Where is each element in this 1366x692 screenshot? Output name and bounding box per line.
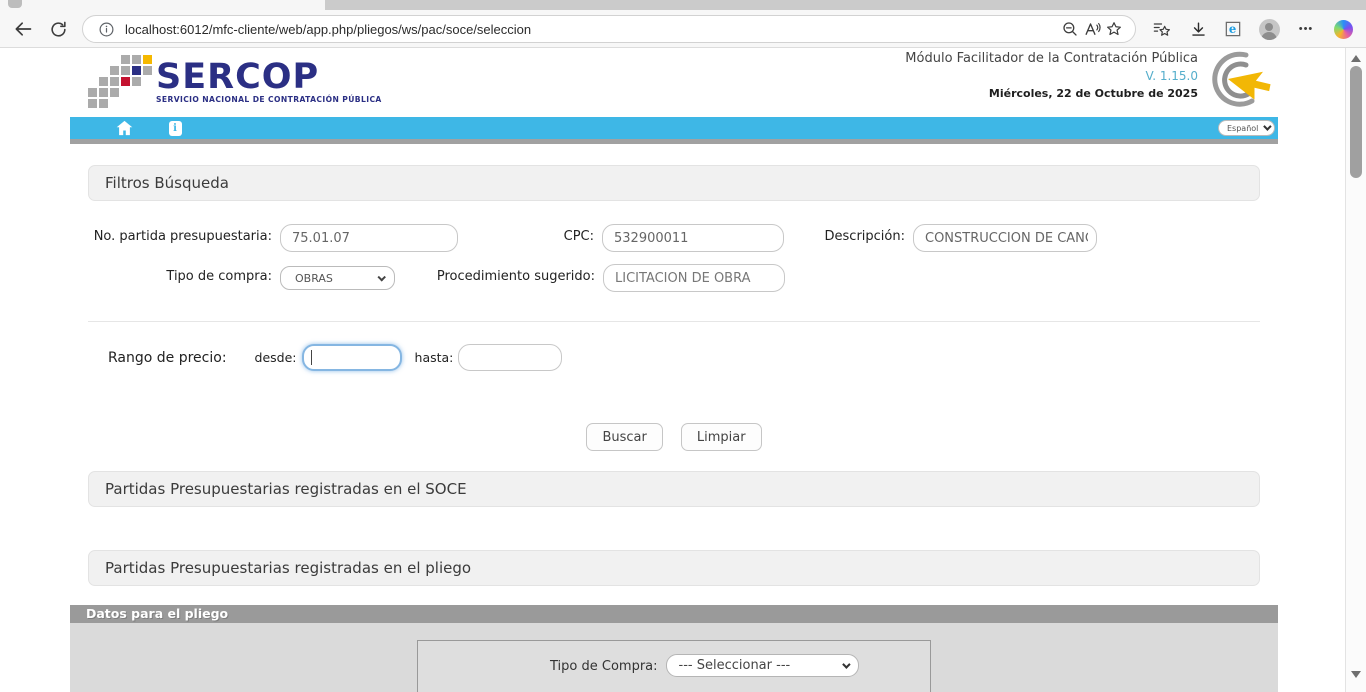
- url-bar[interactable]: localhost:6012/mfc-cliente/web/app.php/p…: [82, 15, 1136, 43]
- site-header: SERCOP SERVICIO NACIONAL DE CONTRATACIÓN…: [70, 48, 1278, 113]
- descripcion-input[interactable]: [913, 224, 1097, 252]
- pliego-section-header: Partidas Presupuestarias registradas en …: [88, 550, 1260, 586]
- tipo-compra-label: Tipo de compra:: [88, 264, 272, 292]
- filters-section-header: Filtros Búsqueda: [88, 165, 1260, 201]
- browser-toolbar: localhost:6012/mfc-cliente/web/app.php/p…: [0, 10, 1366, 48]
- zoom-out-icon[interactable]: [1059, 18, 1081, 40]
- sercop-pixel-mark: [88, 55, 150, 109]
- page-scrollbar[interactable]: [1345, 48, 1366, 692]
- browser-window: localhost:6012/mfc-cliente/web/app.php/p…: [0, 0, 1366, 692]
- sercop-logo: SERCOP SERVICIO NACIONAL DE CONTRATACIÓN…: [88, 55, 382, 109]
- bottom-tipo-compra-value: --- Seleccionar ---: [679, 658, 791, 673]
- hasta-label: hasta:: [415, 350, 454, 365]
- filters-buttons: Buscar Limpiar: [70, 423, 1278, 451]
- limpiar-button[interactable]: Limpiar: [681, 423, 762, 451]
- partida-label: No. partida presupuestaria:: [88, 224, 272, 252]
- datos-pliego-bar: Datos para el pliego: [70, 605, 1278, 623]
- language-select[interactable]: Español: [1218, 120, 1275, 136]
- gray-divider-bar: [70, 139, 1278, 144]
- datos-pliego-area: Tipo de Compra: --- Seleccionar ---: [70, 623, 1278, 692]
- filters-row-2: Tipo de compra: OBRAS Procedimiento suge…: [88, 264, 1260, 292]
- tipo-compra-select[interactable]: OBRAS: [280, 266, 395, 290]
- descripcion-label: Descripción:: [784, 224, 905, 252]
- ie-mode-icon[interactable]: e: [1222, 18, 1244, 40]
- bottom-tipo-compra-select[interactable]: --- Seleccionar ---: [666, 654, 859, 677]
- cpc-label: CPC:: [458, 224, 594, 252]
- filters-row-1: No. partida presupuestaria: CPC: Descrip…: [88, 224, 1260, 252]
- desde-input[interactable]: [302, 344, 402, 371]
- datos-pliego-box: Tipo de Compra: --- Seleccionar ---: [417, 640, 931, 692]
- date-label: Miércoles, 22 de Octubre de 2025: [905, 87, 1198, 100]
- download-icon[interactable]: [1187, 18, 1209, 40]
- site-info-icon[interactable]: [95, 18, 117, 40]
- read-aloud-icon[interactable]: [1081, 18, 1103, 40]
- favorite-star-icon[interactable]: [1103, 18, 1125, 40]
- home-icon[interactable]: [114, 119, 134, 137]
- procedimiento-input[interactable]: [603, 264, 785, 292]
- rango-precio-row: Rango de precio: desde: hasta:: [88, 321, 1260, 380]
- scroll-down-arrow[interactable]: [1351, 671, 1361, 678]
- chevron-down-icon: [842, 660, 850, 668]
- profile-avatar[interactable]: [1258, 18, 1280, 40]
- more-menu-icon[interactable]: •••: [1295, 18, 1317, 40]
- procedimiento-label: Procedimiento sugerido:: [395, 264, 595, 292]
- app-title: Módulo Facilitador de la Contratación Pú…: [905, 51, 1198, 66]
- cpc-input[interactable]: [602, 224, 784, 252]
- collections-icon[interactable]: [1150, 18, 1172, 40]
- tipo-compra-value: OBRAS: [295, 272, 333, 285]
- text-caret: [311, 350, 312, 365]
- chevron-down-icon: [1263, 122, 1271, 130]
- hasta-input[interactable]: [458, 344, 562, 371]
- main-navbar: i Español: [70, 117, 1278, 139]
- refresh-icon[interactable]: [47, 18, 69, 40]
- soce-section-header: Partidas Presupuestarias registradas en …: [88, 471, 1260, 507]
- copilot-icon[interactable]: [1332, 18, 1354, 40]
- svg-text:e: e: [1229, 22, 1236, 36]
- cursor-arcs-logo: [1194, 49, 1282, 109]
- logo-subtitle: SERVICIO NACIONAL DE CONTRATACIÓN PÚBLIC…: [156, 95, 382, 104]
- chevron-down-icon: [377, 273, 385, 281]
- page-viewport: SERCOP SERVICIO NACIONAL DE CONTRATACIÓN…: [0, 48, 1345, 692]
- url-text[interactable]: localhost:6012/mfc-cliente/web/app.php/p…: [125, 22, 1059, 37]
- buscar-button[interactable]: Buscar: [586, 423, 662, 451]
- scroll-up-arrow[interactable]: [1351, 55, 1361, 62]
- tab-stub[interactable]: [8, 0, 22, 8]
- info-icon[interactable]: i: [165, 119, 185, 137]
- back-icon[interactable]: [12, 18, 34, 40]
- language-value: Español: [1227, 124, 1258, 133]
- logo-title: SERCOP: [156, 60, 382, 94]
- bottom-tipo-compra-label: Tipo de Compra:: [550, 654, 658, 692]
- desde-label: desde:: [255, 350, 297, 365]
- rango-label: Rango de precio:: [108, 350, 227, 366]
- version-label[interactable]: V. 1.15.0: [905, 69, 1198, 83]
- browser-tabstrip: [0, 0, 1366, 10]
- active-tab[interactable]: [0, 0, 325, 10]
- scrollbar-thumb[interactable]: [1350, 66, 1362, 178]
- partida-input[interactable]: [280, 224, 458, 252]
